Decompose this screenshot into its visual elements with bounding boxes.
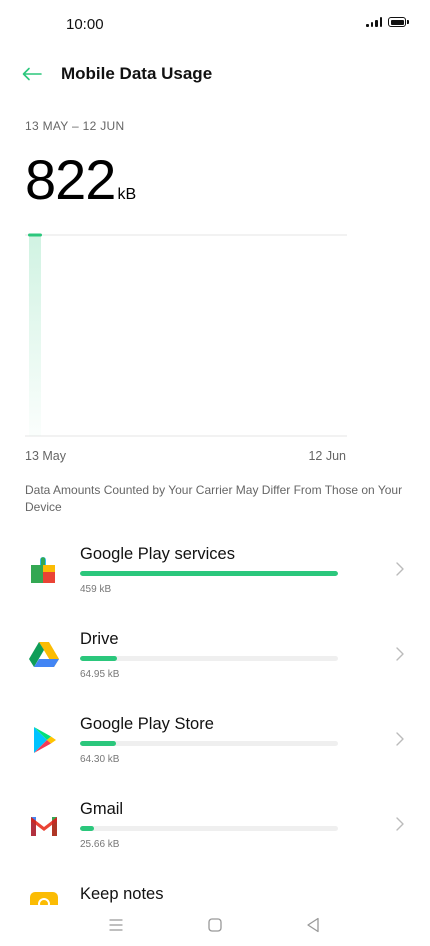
back-nav-icon[interactable] [303,915,323,935]
carrier-disclaimer: Data Amounts Counted by Your Carrier May… [25,483,403,514]
app-row-gmail[interactable]: Gmail 25.66 kB [0,783,430,868]
back-button[interactable] [18,60,46,88]
status-icons [366,17,409,27]
chart-bar [29,235,41,436]
usage-bar-track [80,741,338,746]
app-row-drive[interactable]: Drive 64.95 kB [0,613,430,698]
app-name: Google Play Store [80,715,214,733]
usage-total-value: 822 [25,148,116,211]
header: Mobile Data Usage [0,56,430,92]
app-row-google-play-store[interactable]: Google Play Store 64.30 kB [0,698,430,783]
usage-bar-fill [80,571,338,576]
usage-total: 822 kB [25,150,136,210]
page-title: Mobile Data Usage [61,64,213,83]
app-data-size: 64.95 kB [80,669,120,680]
usage-bar-fill [80,741,117,746]
chevron-right-icon [396,732,404,746]
app-row-google-play-services[interactable]: Google Play services 459 kB [0,528,430,613]
mobile-data-usage-screen: 10:00 Mobile Data Usage 13 MAY – 12 JUN … [0,0,430,946]
usage-chart [25,233,347,437]
menu-nav-icon[interactable] [106,915,126,935]
usage-bar-fill [80,826,95,831]
status-time: 10:00 [66,16,104,33]
chart-bar-cap [28,233,42,237]
app-name: Google Play services [80,545,235,563]
status-bar: 10:00 [0,0,430,48]
usage-bar-track [80,571,338,576]
home-nav-icon[interactable] [205,915,225,935]
google-play-services-icon [31,557,55,583]
usage-bar-track [80,656,338,661]
usage-bar-fill [80,656,117,661]
chart-axis-end-label: 12 Jun [308,449,346,463]
battery-icon [388,17,409,27]
google-play-store-icon [34,727,56,753]
chart-axis-start-label: 13 May [25,449,66,463]
app-data-size: 64.30 kB [80,754,120,765]
app-data-size: 25.66 kB [80,839,120,850]
google-drive-icon [29,642,59,667]
app-name: Drive [80,630,119,648]
back-arrow-icon [22,67,42,81]
gmail-icon [31,817,57,836]
app-data-size: 459 kB [80,584,112,595]
signal-icon [366,17,382,27]
app-name: Keep notes [80,885,164,903]
chevron-right-icon [396,647,404,661]
usage-total-unit: kB [117,186,137,203]
app-name: Gmail [80,800,124,818]
usage-bar-track [80,826,338,831]
date-range: 13 MAY – 12 JUN [25,119,125,133]
chevron-right-icon [396,817,404,831]
chevron-right-icon [396,562,404,576]
navigation-bar [0,905,430,946]
